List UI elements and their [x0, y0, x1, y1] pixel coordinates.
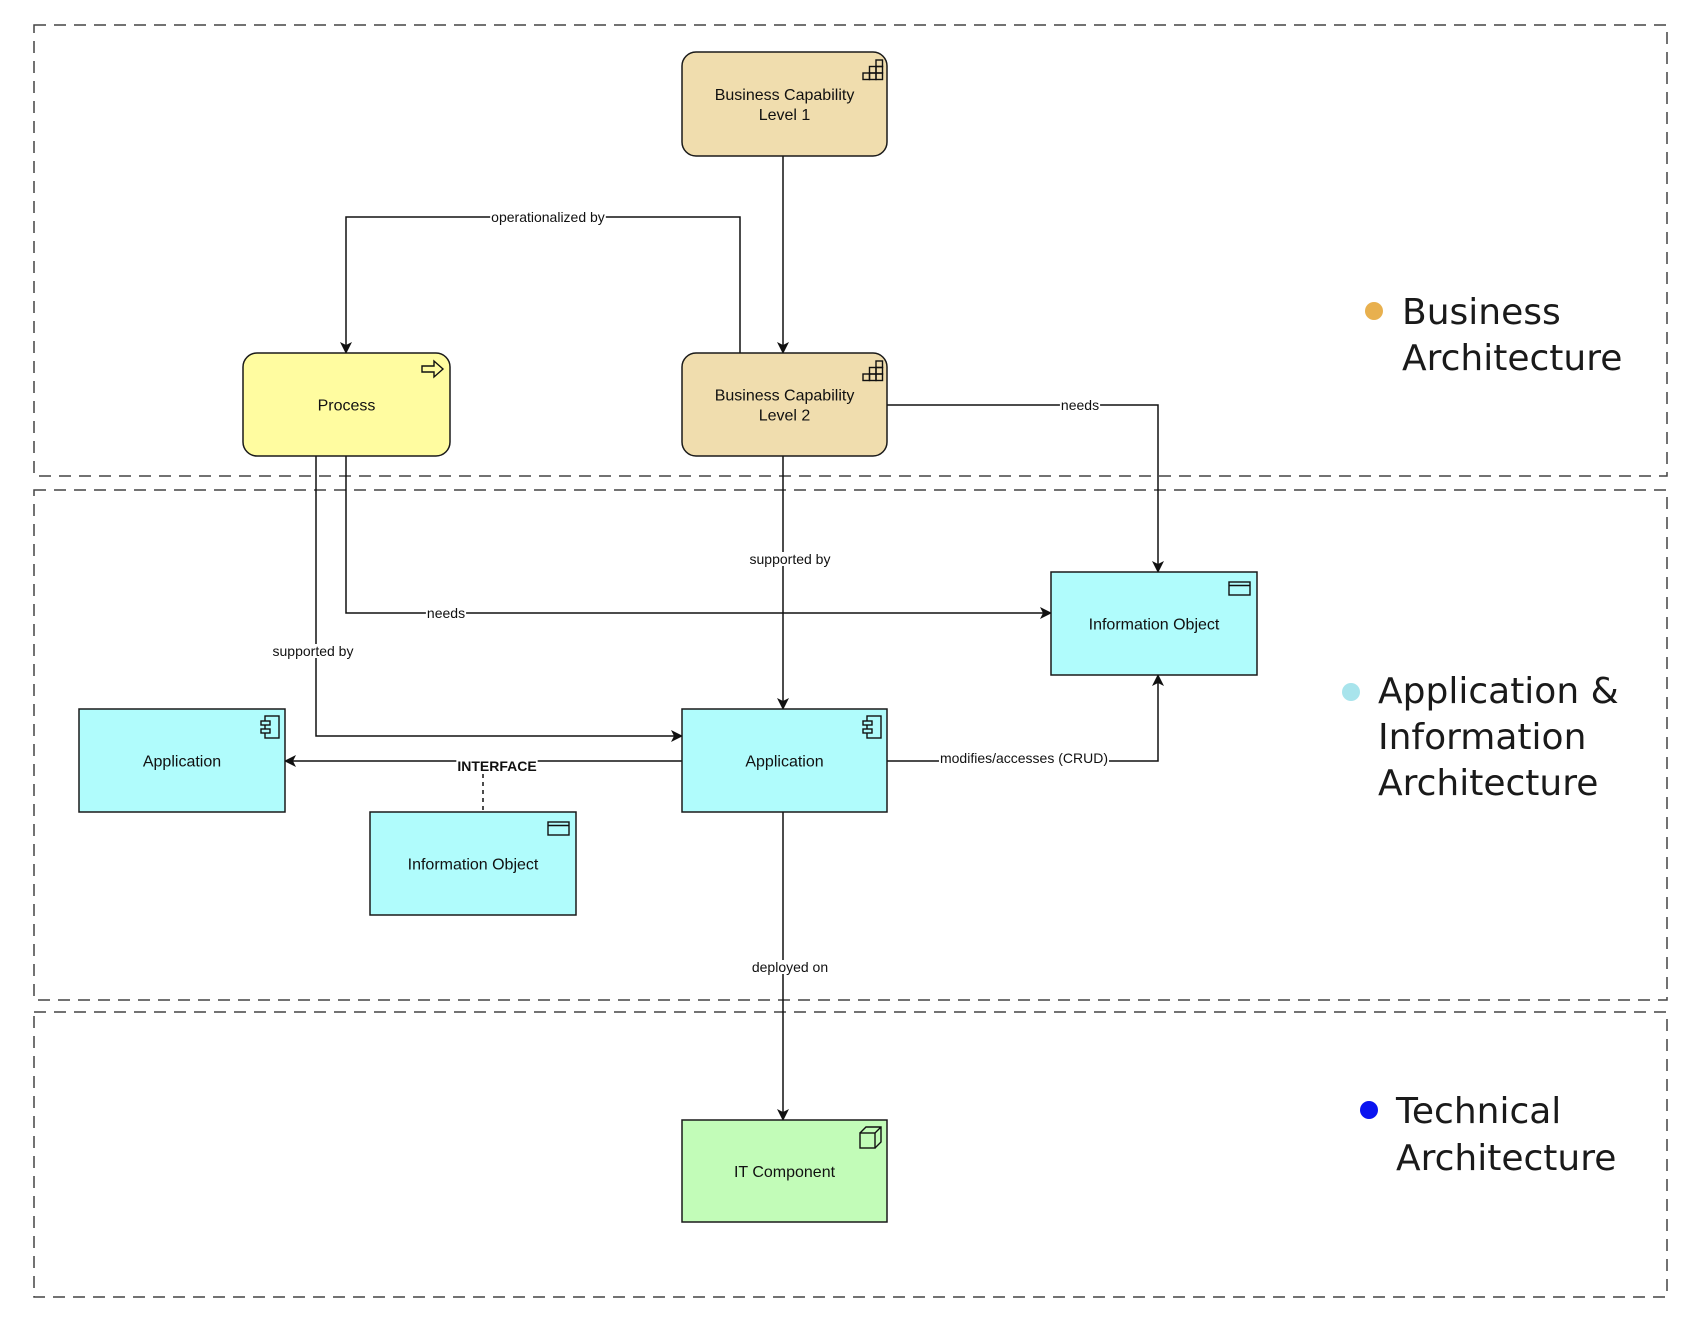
- lane-title-business-2: Architecture: [1402, 338, 1622, 379]
- node-label: Application: [745, 754, 823, 771]
- lane-title-technical-2: Architecture: [1396, 1138, 1616, 1179]
- lane-title-application-1: Application &: [1378, 671, 1619, 712]
- node-app-left[interactable]: Application: [78, 708, 286, 813]
- edge-bc2-needs[interactable]: [887, 404, 1164, 573]
- edge-label-bc2-supported: supported by: [748, 551, 832, 567]
- node-bc2[interactable]: Business Capability Level 2: [681, 352, 888, 457]
- node-box[interactable]: [681, 51, 888, 157]
- svg-text:INTERFACE: INTERFACE: [457, 758, 536, 774]
- lane-title-technical-1: Technical: [1395, 1091, 1561, 1132]
- node-label: Business Capability: [715, 87, 855, 104]
- node-label: IT Component: [734, 1164, 836, 1181]
- node-label: Level 1: [759, 107, 811, 124]
- svg-text:operationalized by: operationalized by: [491, 209, 605, 225]
- lane-legend-application: Application & Information Architecture: [1342, 671, 1619, 804]
- node-bc1[interactable]: Business Capability Level 1: [681, 51, 888, 157]
- node-label: Business Capability: [715, 388, 855, 405]
- node-process[interactable]: Process: [242, 352, 451, 457]
- edge-label-process-supported: supported by: [271, 643, 355, 659]
- edge-process-supported-by[interactable]: [315, 456, 683, 742]
- edge-label-bc2-needs: needs: [1059, 397, 1101, 413]
- edge-operationalized-by[interactable]: [340, 216, 741, 354]
- lane-dot-technical: [1360, 1101, 1378, 1119]
- lane-title-application-3: Architecture: [1378, 763, 1598, 804]
- svg-text:modifies/accesses (CRUD): modifies/accesses (CRUD): [940, 750, 1108, 766]
- lane-title-business-1: Business: [1402, 292, 1561, 333]
- svg-text:deployed on: deployed on: [752, 959, 828, 975]
- node-label: Application: [143, 754, 221, 771]
- node-it-component[interactable]: IT Component: [681, 1119, 888, 1223]
- svg-text:needs: needs: [1061, 397, 1099, 413]
- lane-title-application-2: Information: [1378, 717, 1586, 758]
- edge-label-process-needs: needs: [425, 605, 467, 621]
- svg-text:supported by: supported by: [750, 551, 831, 567]
- svg-text:supported by: supported by: [273, 643, 354, 659]
- edge-label-interface: INTERFACE: [456, 758, 538, 774]
- node-info-right[interactable]: Information Object: [1050, 571, 1258, 676]
- lane-legend-business: Business Architecture: [1365, 292, 1622, 379]
- lane-legend-technical: Technical Architecture: [1360, 1091, 1616, 1179]
- architecture-diagram: Business Architecture Application & Info…: [33, 24, 1668, 1298]
- node-app-center[interactable]: Application: [681, 708, 888, 813]
- node-label: Process: [318, 398, 376, 415]
- node-label: Information Object: [1089, 617, 1220, 634]
- edge-label-crud: modifies/accesses (CRUD): [938, 750, 1110, 766]
- svg-text:needs: needs: [427, 605, 465, 621]
- node-label: Level 2: [759, 408, 811, 425]
- node-label: Information Object: [408, 857, 539, 874]
- node-box[interactable]: [681, 352, 888, 457]
- edge-label-deployed: deployed on: [750, 959, 830, 975]
- edge-label-operationalized: operationalized by: [490, 209, 606, 225]
- lane-dot-application: [1342, 683, 1360, 701]
- edge-crud[interactable]: [887, 674, 1164, 762]
- node-info-bottom[interactable]: Information Object: [369, 811, 577, 916]
- lane-dot-business: [1365, 302, 1383, 320]
- edge-process-needs[interactable]: [345, 456, 1052, 619]
